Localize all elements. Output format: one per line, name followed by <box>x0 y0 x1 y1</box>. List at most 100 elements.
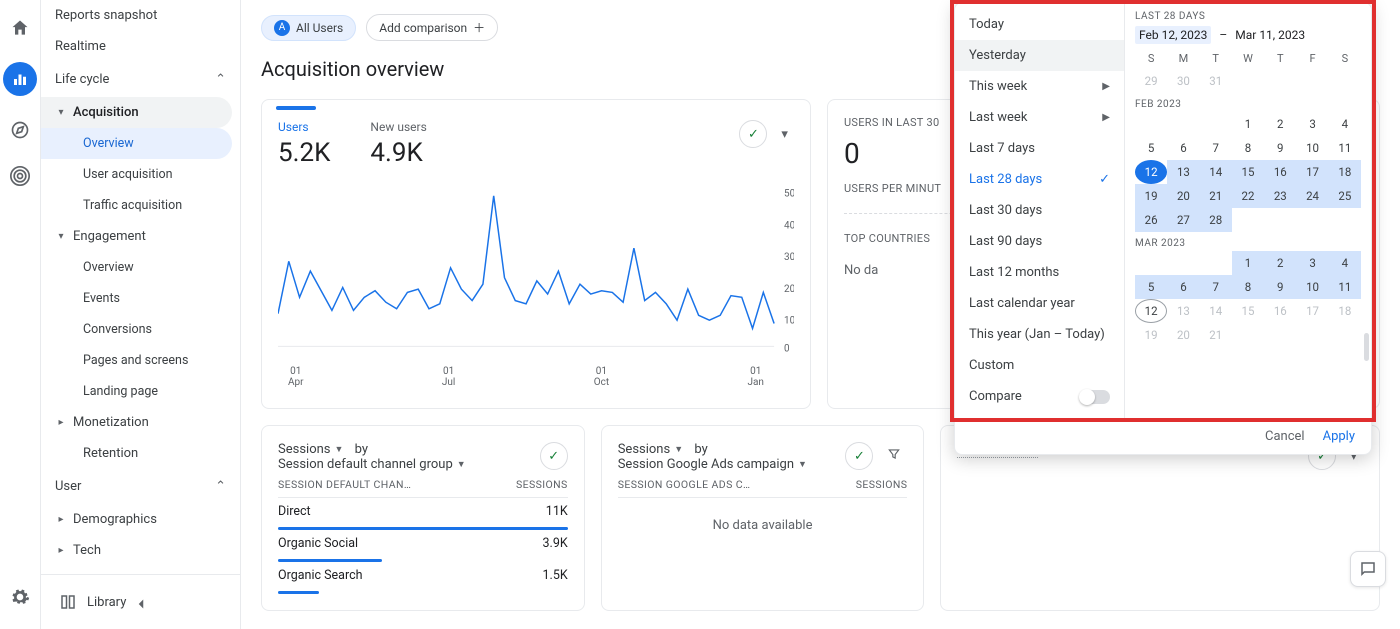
nav-acq-overview[interactable]: Overview <box>41 128 232 159</box>
calendar-day[interactable]: 1 <box>1232 112 1264 136</box>
calendar-day[interactable]: 9 <box>1264 136 1296 160</box>
calendar-day[interactable]: 13 <box>1167 160 1199 184</box>
nav-events[interactable]: Events <box>41 283 240 314</box>
nav-conversions[interactable]: Conversions <box>41 314 240 345</box>
calendar-day[interactable]: 17 <box>1296 160 1328 184</box>
range-end[interactable]: Mar 11, 2023 <box>1235 28 1305 42</box>
feedback-button[interactable] <box>1350 551 1386 587</box>
calendar-day[interactable]: 16 <box>1264 160 1296 184</box>
calendar-day[interactable]: 16 <box>1264 299 1296 323</box>
dropdown-icon[interactable]: ▼ <box>798 459 807 470</box>
calendar-day[interactable]: 5 <box>1135 136 1167 160</box>
calendar-day[interactable]: 31 <box>1200 69 1232 93</box>
preset-this-year-jan-today-[interactable]: This year (Jan – Today) <box>955 319 1124 350</box>
nav-user-acq[interactable]: User acquisition <box>41 159 240 190</box>
card-menu-icon[interactable]: ▾ <box>775 127 794 142</box>
calendar-day[interactable]: 3 <box>1296 112 1328 136</box>
nav-realtime[interactable]: Realtime <box>41 31 240 62</box>
reports-icon[interactable] <box>3 62 37 96</box>
calendar-day[interactable]: 21 <box>1200 184 1232 208</box>
collapse-sidebar-icon[interactable] <box>132 595 150 617</box>
calendar-day[interactable]: 15 <box>1232 299 1264 323</box>
nav-demographics[interactable]: ▸Demographics <box>41 504 240 535</box>
calendar-day[interactable]: 5 <box>1135 275 1167 299</box>
calendar-day[interactable]: 15 <box>1232 160 1264 184</box>
calendar-day[interactable]: 19 <box>1135 184 1167 208</box>
calendar-day[interactable]: 26 <box>1135 208 1167 232</box>
calendar-day[interactable]: 12 <box>1135 160 1167 184</box>
compare-toggle[interactable] <box>1080 390 1110 404</box>
nav-retention[interactable]: Retention <box>41 438 240 469</box>
preset-last-90-days[interactable]: Last 90 days <box>955 226 1124 257</box>
preset-yesterday[interactable]: Yesterday <box>955 40 1124 71</box>
nav-engagement[interactable]: ▾Engagement <box>41 221 240 252</box>
preset-this-week[interactable]: This week▶ <box>955 71 1124 102</box>
calendar-day[interactable]: 4 <box>1329 251 1361 275</box>
check-status-icon[interactable]: ✓ <box>540 442 568 470</box>
cardB-metric[interactable]: Sessions <box>618 442 671 457</box>
metric2-label[interactable]: New users <box>370 120 426 134</box>
nav-landing[interactable]: Landing page <box>41 376 240 407</box>
preset-last-30-days[interactable]: Last 30 days <box>955 195 1124 226</box>
filter-icon[interactable] <box>881 447 907 465</box>
home-icon[interactable] <box>8 16 32 40</box>
apply-button[interactable]: Apply <box>1323 429 1355 444</box>
nav-traffic-acq[interactable]: Traffic acquisition <box>41 190 240 221</box>
cardA-dimension[interactable]: Session default channel group <box>278 457 453 472</box>
calendar-day[interactable]: 30 <box>1167 69 1199 93</box>
nav-reports-snapshot[interactable]: Reports snapshot <box>41 0 240 31</box>
preset-last-week[interactable]: Last week▶ <box>955 102 1124 133</box>
add-comparison-button[interactable]: Add comparison＋ <box>366 14 498 41</box>
calendar-day[interactable]: 8 <box>1232 136 1264 160</box>
nav-eng-overview[interactable]: Overview <box>41 252 240 283</box>
calendar-day[interactable]: 12 <box>1135 299 1167 323</box>
range-start[interactable]: Feb 12, 2023 <box>1135 26 1211 44</box>
nav-pages-screens[interactable]: Pages and screens <box>41 345 240 376</box>
check-status-icon[interactable]: ✓ <box>739 120 767 148</box>
calendar-day[interactable]: 18 <box>1329 299 1361 323</box>
calendar-day[interactable]: 10 <box>1296 275 1328 299</box>
calendar-day[interactable]: 20 <box>1167 323 1199 347</box>
section-lifecycle[interactable]: Life cycle⌃ <box>41 62 240 97</box>
preset-compare[interactable]: Compare <box>955 381 1124 412</box>
calendar-day[interactable]: 14 <box>1200 299 1232 323</box>
calendar-day[interactable]: 13 <box>1167 299 1199 323</box>
preset-last-7-days[interactable]: Last 7 days <box>955 133 1124 164</box>
metric1-label[interactable]: Users <box>278 120 330 134</box>
nav-monetization[interactable]: ▸Monetization <box>41 407 240 438</box>
calendar-day[interactable]: 20 <box>1167 184 1199 208</box>
calendar-day[interactable]: 28 <box>1200 208 1232 232</box>
cardB-dimension[interactable]: Session Google Ads campaign <box>618 457 794 472</box>
explore-icon[interactable] <box>8 118 32 142</box>
preset-last-12-months[interactable]: Last 12 months <box>955 257 1124 288</box>
dropdown-icon[interactable]: ▼ <box>674 444 683 455</box>
calendar-day[interactable]: 27 <box>1167 208 1199 232</box>
nav-acquisition[interactable]: ▾Acquisition <box>41 97 232 128</box>
calendar-day[interactable]: 14 <box>1200 160 1232 184</box>
nav-tech[interactable]: ▸Tech <box>41 535 240 566</box>
calendar-day[interactable]: 11 <box>1329 275 1361 299</box>
preset-custom[interactable]: Custom <box>955 350 1124 381</box>
calendar-day[interactable]: 6 <box>1167 136 1199 160</box>
calendar-day[interactable]: 7 <box>1200 136 1232 160</box>
calendar-day[interactable]: 10 <box>1296 136 1328 160</box>
calendar-day[interactable]: 3 <box>1296 251 1328 275</box>
preset-last-28-days[interactable]: Last 28 days✓ <box>955 164 1124 195</box>
segment-all-users[interactable]: AAll Users <box>261 15 356 41</box>
calendar-day[interactable]: 6 <box>1167 275 1199 299</box>
calendar-day[interactable]: 7 <box>1200 275 1232 299</box>
calendar-day[interactable]: 18 <box>1329 160 1361 184</box>
dropdown-icon[interactable]: ▼ <box>335 444 344 455</box>
advertising-icon[interactable] <box>8 164 32 188</box>
calendar-day[interactable]: 22 <box>1232 184 1264 208</box>
section-user[interactable]: User⌃ <box>41 469 240 504</box>
calendar-day[interactable]: 23 <box>1264 184 1296 208</box>
preset-last-calendar-year[interactable]: Last calendar year <box>955 288 1124 319</box>
calendar-day[interactable]: 17 <box>1296 299 1328 323</box>
settings-icon[interactable] <box>8 585 32 609</box>
calendar-scrollbar[interactable] <box>1364 333 1369 361</box>
calendar-day[interactable]: 1 <box>1232 251 1264 275</box>
dropdown-icon[interactable]: ▼ <box>457 459 466 470</box>
calendar-day[interactable]: 21 <box>1200 323 1232 347</box>
calendar-day[interactable]: 29 <box>1135 69 1167 93</box>
